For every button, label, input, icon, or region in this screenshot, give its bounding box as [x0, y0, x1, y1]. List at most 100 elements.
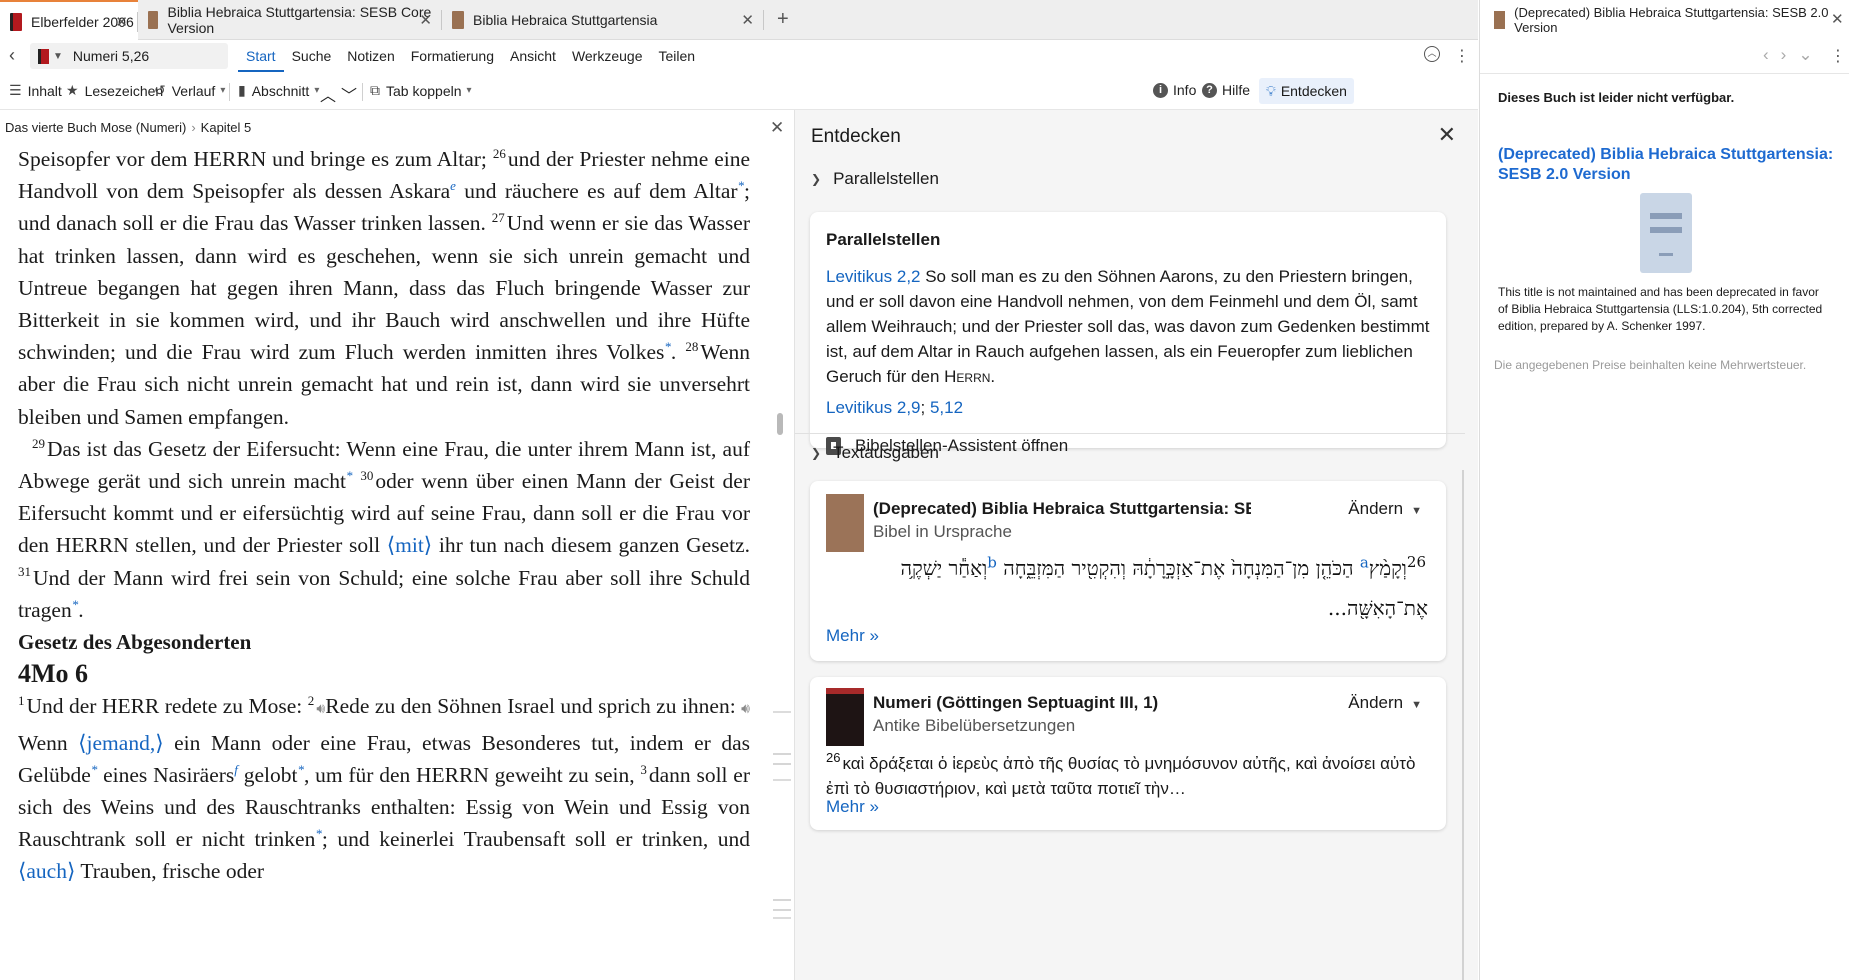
- verse-text: und räuchere es auf dem Altar: [455, 179, 738, 204]
- scrollbar-track[interactable]: [1462, 470, 1464, 980]
- speaker-icon[interactable]: 🔊︎: [316, 702, 325, 717]
- info-icon: i: [1153, 82, 1168, 98]
- chevron-down-icon[interactable]: ▼: [53, 51, 63, 62]
- discover-panel: Entdecken ✕ ❯ Parallelstellen Parallelst…: [795, 110, 1478, 980]
- close-tab-icon[interactable]: ✕: [1831, 10, 1844, 28]
- change-edition-button[interactable]: Ändern ▼: [1348, 499, 1422, 519]
- chevron-down-icon: ▼: [1411, 505, 1422, 517]
- verlauf-button[interactable]: ↺ Verlauf ▾: [154, 82, 225, 99]
- abschnitt-button[interactable]: ▮ Abschnitt ▾: [238, 82, 319, 99]
- close-pane-icon[interactable]: ✕: [770, 118, 784, 138]
- add-tab-icon[interactable]: +: [777, 8, 789, 31]
- breadcrumb: Das vierte Buch Mose (Numeri) › Kapitel 5: [5, 120, 251, 135]
- book-cover-icon: [1494, 11, 1506, 29]
- speaker-icon[interactable]: 🔊︎: [741, 702, 750, 717]
- reference-link[interactable]: 5,12: [930, 398, 963, 417]
- menu-tab-teilen[interactable]: Teilen: [651, 40, 704, 72]
- close-tab-icon[interactable]: ✕: [741, 11, 754, 29]
- chevron-down-icon: ▾: [220, 85, 226, 96]
- reference-input[interactable]: Numeri 5,26: [73, 48, 149, 64]
- verse-number[interactable]: 27: [492, 210, 505, 225]
- menu-tab-start[interactable]: Start: [238, 40, 284, 72]
- verse-number[interactable]: 2: [308, 693, 315, 708]
- menu-tab-werkzeuge[interactable]: Werkzeuge: [564, 40, 651, 72]
- bible-text: Speisopfer vor dem HERRN und bringe es z…: [18, 143, 750, 888]
- entdecken-button[interactable]: 💡︎ Entdecken: [1259, 78, 1354, 104]
- lesezeichen-button[interactable]: ★ Lesezeichen: [66, 82, 163, 99]
- change-label: Ändern: [1348, 499, 1404, 518]
- edition-title[interactable]: Numeri (Göttingen Septuagint III, 1): [873, 693, 1251, 713]
- passage-text: Herrn: [944, 367, 991, 386]
- reference-box[interactable]: ▼ Numeri 5,26: [30, 43, 228, 69]
- verse-number[interactable]: 1: [18, 693, 25, 708]
- passage-text: וְקָמַ֨ץ: [1368, 556, 1407, 580]
- next-section-button[interactable]: ﹀: [341, 82, 357, 106]
- chevron-down-icon: ﹀: [341, 88, 358, 105]
- verse-number[interactable]: 31: [18, 564, 31, 579]
- more-link[interactable]: Mehr »: [826, 797, 879, 817]
- collapse-up-icon[interactable]: ︿: [1424, 46, 1440, 62]
- info-button[interactable]: i Info: [1153, 82, 1196, 98]
- close-tab-icon[interactable]: ✕: [419, 11, 432, 29]
- more-options-icon[interactable]: ⋮: [1830, 46, 1846, 66]
- navigation-arrows-icon[interactable]: ‹›⌄: [1763, 45, 1825, 65]
- verse-number[interactable]: 26: [826, 750, 840, 765]
- more-link[interactable]: Mehr »: [826, 626, 879, 646]
- menu-tabs: Start Suche Notizen Formatierung Ansicht…: [238, 40, 703, 72]
- paragraph: 29Das ist das Gesetz der Eifersucht: Wen…: [18, 433, 750, 626]
- scrollbar-thumb[interactable]: [777, 413, 783, 435]
- book-cover-thumbnail[interactable]: [826, 688, 864, 746]
- menu-tab-suche[interactable]: Suche: [284, 40, 340, 72]
- hilfe-button[interactable]: ? Hilfe: [1202, 82, 1250, 98]
- section-toggle-parallelstellen[interactable]: ❯ Parallelstellen: [811, 169, 939, 189]
- more-options-icon[interactable]: ⋮: [1454, 46, 1470, 66]
- book-cover-thumbnail[interactable]: [826, 494, 864, 552]
- edition-title[interactable]: (Deprecated) Biblia Hebraica Stuttgarten…: [873, 499, 1251, 519]
- footnote-marker[interactable]: b: [987, 553, 997, 571]
- inhalt-button[interactable]: ☰ Inhalt: [9, 82, 62, 99]
- navigation-bar: ‹ ▼ Numeri 5,26 Start Suche Notizen Form…: [0, 40, 1478, 72]
- section-divider: [795, 433, 1465, 434]
- tab-elberfelder[interactable]: Elberfelder 2006 ✕: [0, 0, 138, 41]
- previous-section-button[interactable]: ︿: [320, 82, 336, 106]
- breadcrumb-chapter[interactable]: Kapitel 5: [201, 120, 252, 135]
- chevron-down-icon: ▼: [1411, 699, 1422, 711]
- tab-koppeln-button[interactable]: ⧉ Tab koppeln ▾: [370, 82, 472, 99]
- menu-tab-formatierung[interactable]: Formatierung: [403, 40, 502, 72]
- reference-link[interactable]: Levitikus 2,9: [826, 398, 921, 417]
- bar-chart-icon: ▮: [238, 82, 246, 98]
- lightbulb-icon: 💡︎: [1266, 82, 1276, 99]
- book-title-link[interactable]: (Deprecated) Biblia Hebraica Stuttgarten…: [1498, 145, 1838, 185]
- change-edition-button[interactable]: Ändern ▼: [1348, 693, 1422, 713]
- edition-card-lxx: Numeri (Göttingen Septuagint III, 1) Ant…: [810, 677, 1446, 830]
- menu-tab-ansicht[interactable]: Ansicht: [502, 40, 564, 72]
- footnote-marker[interactable]: *: [346, 468, 353, 483]
- tab-bhs-core[interactable]: Biblia Hebraica Stuttgartensia: SESB Cor…: [138, 0, 442, 40]
- bible-text-pane[interactable]: Speisopfer vor dem HERRN und bringe es z…: [0, 143, 794, 980]
- minimap-mark: [773, 779, 791, 781]
- library-nav: ‹›⌄ ⋮: [1480, 40, 1849, 74]
- passage-text: הַכֹּהֵ֤ן מִן־הַמִּנְחָה֙ אֶת־אַזְכָּ֣רָ…: [996, 556, 1360, 580]
- tab-label: (Deprecated) Biblia Hebraica Stuttgarten…: [1514, 5, 1829, 35]
- verse-number[interactable]: 28: [685, 339, 698, 354]
- close-tab-icon[interactable]: ✕: [115, 13, 128, 31]
- verse-number[interactable]: 26: [493, 146, 506, 161]
- verse-number[interactable]: 3: [640, 762, 647, 777]
- verse-number[interactable]: 29: [32, 436, 45, 451]
- tab-bhs[interactable]: Biblia Hebraica Stuttgartensia ✕: [442, 0, 764, 40]
- reference-link[interactable]: Levitikus 2,2: [826, 267, 921, 286]
- close-icon[interactable]: ✕: [1438, 122, 1456, 148]
- breadcrumb-book[interactable]: Das vierte Buch Mose (Numeri): [5, 120, 186, 135]
- verse-text: .: [78, 597, 84, 622]
- section-heading: Gesetz des Abgesonderten: [18, 630, 252, 655]
- edition-subtitle: Antike Bibelübersetzungen: [873, 716, 1076, 735]
- tab-label: Biblia Hebraica Stuttgartensia: SESB Cor…: [167, 4, 432, 36]
- section-toggle-textausgaben[interactable]: ❯ Textausgaben: [811, 443, 939, 463]
- menu-tab-notizen[interactable]: Notizen: [339, 40, 402, 72]
- verse-number[interactable]: 30: [360, 468, 373, 483]
- back-arrow-icon[interactable]: ‹: [9, 45, 15, 66]
- verse-number[interactable]: 26: [1407, 553, 1426, 571]
- verse-text: Speisopfer vor dem HERRN und bringe es z…: [18, 147, 493, 171]
- footnote-marker[interactable]: a: [1360, 553, 1369, 571]
- tab-deprecated-bhs[interactable]: (Deprecated) Biblia Hebraica Stuttgarten…: [1480, 0, 1849, 40]
